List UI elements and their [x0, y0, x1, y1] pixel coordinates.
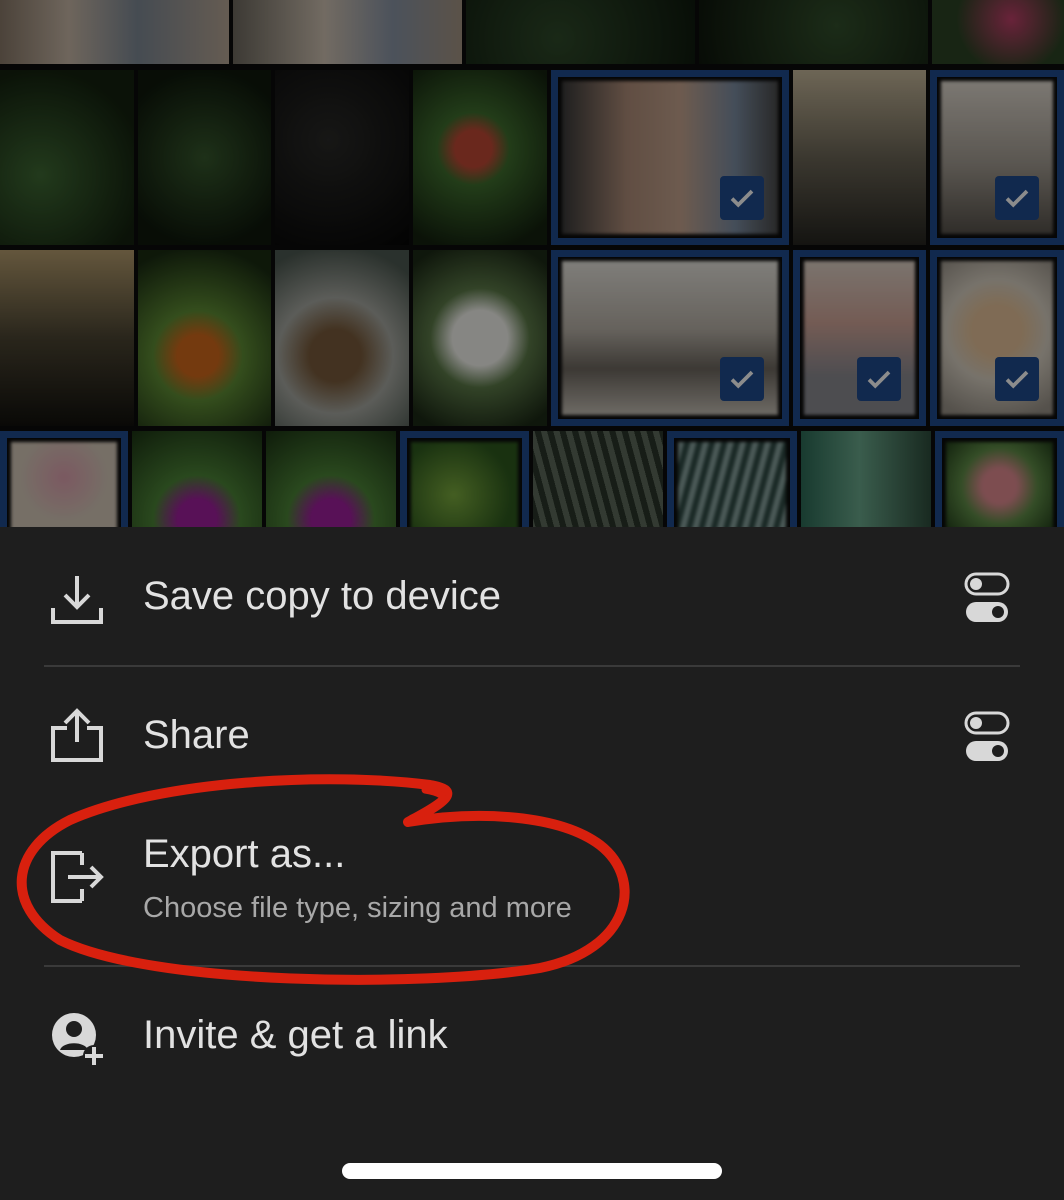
- photo-grid: [0, 0, 1064, 527]
- export-as-option[interactable]: Export as... Choose file type, sizing an…: [0, 820, 1064, 940]
- photo-thumbnail-selected[interactable]: [935, 431, 1064, 527]
- photo-thumbnail-selected[interactable]: [551, 70, 789, 245]
- photo-thumbnail[interactable]: [138, 250, 271, 426]
- photo-thumbnail[interactable]: [699, 0, 928, 64]
- photo-thumbnail[interactable]: [138, 70, 271, 245]
- selected-check-icon: [995, 176, 1039, 220]
- photo-thumbnail[interactable]: [793, 70, 926, 245]
- toggle-settings-icon[interactable]: [964, 711, 1010, 763]
- photo-thumbnail-selected[interactable]: [930, 250, 1064, 426]
- photo-thumbnail[interactable]: [275, 70, 409, 245]
- photo-thumbnail-selected[interactable]: [793, 250, 926, 426]
- photo-thumbnail-selected[interactable]: [0, 431, 128, 527]
- photo-thumbnail-selected[interactable]: [930, 70, 1064, 245]
- selected-check-icon: [720, 357, 764, 401]
- export-as-description: Choose file type, sizing and more: [143, 892, 572, 924]
- invite-user-icon: [48, 1010, 106, 1068]
- photo-thumbnail[interactable]: [266, 431, 396, 527]
- export-icon: [48, 848, 106, 906]
- photo-thumbnail[interactable]: [0, 70, 134, 245]
- invite-label: Invite & get a link: [143, 1013, 448, 1057]
- divider: [44, 965, 1020, 967]
- share-option[interactable]: Share: [0, 700, 1064, 780]
- share-icon: [48, 706, 106, 764]
- photo-thumbnail-selected[interactable]: [400, 431, 529, 527]
- photo-thumbnail[interactable]: [233, 0, 462, 64]
- photo-thumbnail[interactable]: [932, 0, 1064, 64]
- divider: [44, 665, 1020, 667]
- invite-get-link-option[interactable]: Invite & get a link: [0, 1000, 1064, 1080]
- photo-thumbnail-selected[interactable]: [551, 250, 789, 426]
- photo-thumbnail[interactable]: [132, 431, 262, 527]
- photo-thumbnail[interactable]: [413, 250, 547, 426]
- share-label: Share: [143, 713, 250, 757]
- download-icon: [48, 570, 106, 628]
- save-copy-to-device-option[interactable]: Save copy to device: [0, 560, 1064, 640]
- photo-thumbnail[interactable]: [533, 431, 663, 527]
- photo-thumbnail-selected[interactable]: [667, 431, 797, 527]
- selected-check-icon: [720, 176, 764, 220]
- photo-thumbnail[interactable]: [801, 431, 931, 527]
- photo-thumbnail[interactable]: [0, 0, 229, 64]
- photo-thumbnail[interactable]: [413, 70, 547, 245]
- toggle-settings-icon[interactable]: [964, 572, 1010, 624]
- photo-thumbnail[interactable]: [466, 0, 695, 64]
- save-copy-label: Save copy to device: [143, 574, 501, 618]
- home-indicator[interactable]: [342, 1163, 722, 1179]
- export-as-label: Export as...: [143, 832, 346, 876]
- photo-thumbnail[interactable]: [0, 250, 134, 426]
- photo-thumbnail[interactable]: [275, 250, 409, 426]
- selected-check-icon: [995, 357, 1039, 401]
- selected-check-icon: [857, 357, 901, 401]
